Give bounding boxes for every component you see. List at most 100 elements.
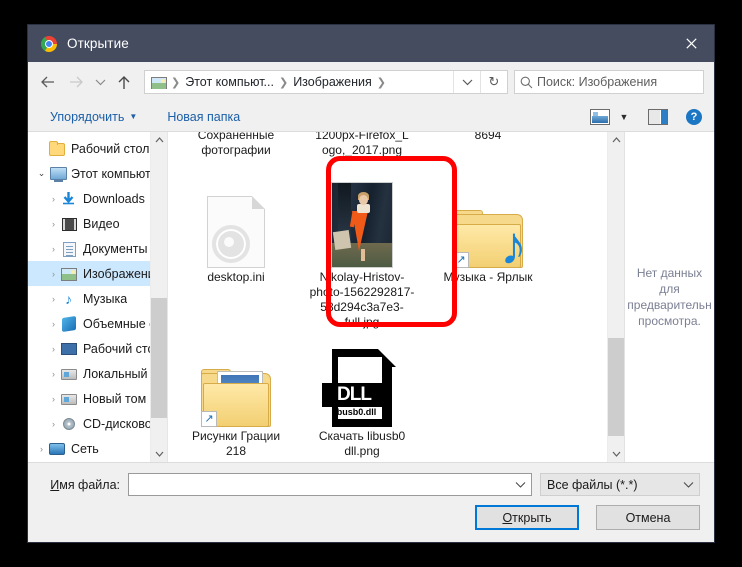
recent-locations-icon[interactable] xyxy=(90,68,110,96)
file-label: Сохраненные фотографии xyxy=(197,132,275,157)
breadcrumb-item-0[interactable]: Этот компьют... xyxy=(182,75,277,89)
sidebar-item-2[interactable]: › Downloads xyxy=(28,186,167,211)
chevron-right-icon[interactable]: › xyxy=(46,419,61,429)
list-item-pictures-shortcut[interactable]: ↗ Рисунки Грации 218 xyxy=(180,329,292,459)
search-input[interactable]: Поиск: Изображения xyxy=(537,75,657,89)
file-list-scrollbar[interactable] xyxy=(607,132,624,462)
shortcut-arrow-icon: ↗ xyxy=(453,252,469,268)
file-list-pane[interactable]: Сохраненные фотографии 1200px-Firefox_L … xyxy=(167,132,624,462)
sidebar-item-5[interactable]: › Изображения xyxy=(28,261,167,286)
drive-icon xyxy=(61,391,78,407)
dialog-buttons: Открыть Отмена xyxy=(42,505,700,530)
sidebar-scroll-track[interactable] xyxy=(151,148,167,446)
chevron-right-icon[interactable]: › xyxy=(46,194,61,204)
sidebar-item-1[interactable]: ⌄ Этот компьютер xyxy=(28,161,167,186)
chevron-down-icon[interactable] xyxy=(677,481,699,488)
sidebar-scroll-thumb[interactable] xyxy=(151,298,167,418)
help-icon[interactable]: ? xyxy=(682,106,706,128)
file-grid: Сохраненные фотографии 1200px-Firefox_L … xyxy=(168,132,608,462)
refresh-glyph: ↻ xyxy=(488,74,500,89)
list-item-selected-image[interactable]: Nikolay-Hristov-photo-1562292817-58d294c… xyxy=(306,170,418,330)
sidebar-item-10[interactable]: › Новый том (D:) xyxy=(28,386,167,411)
refresh-icon[interactable]: ↻ xyxy=(480,71,507,93)
cancel-button[interactable]: Отмена xyxy=(596,505,700,530)
breadcrumb-item-1[interactable]: Изображения xyxy=(290,75,375,89)
folder-tree: Рабочий стол ⌄ Этот компьютер › Downloads › Ви… xyxy=(28,132,167,461)
sidebar-item-3[interactable]: › Видео xyxy=(28,211,167,236)
sidebar-item-9[interactable]: › Локальный дис xyxy=(28,361,167,386)
list-item-clipped[interactable]: 8694 xyxy=(432,132,544,143)
view-mode-icon[interactable] xyxy=(588,106,612,128)
music-icon: ♪ xyxy=(65,290,72,307)
file-label: 8694 xyxy=(474,132,502,142)
pictures-folder-icon xyxy=(151,75,167,89)
chevron-down-icon[interactable] xyxy=(509,481,531,488)
search-box[interactable]: Поиск: Изображения xyxy=(514,70,704,94)
scroll-up-icon[interactable] xyxy=(151,132,167,148)
close-window-button[interactable] xyxy=(668,25,714,62)
sidebar-item-12[interactable]: › Сеть xyxy=(28,436,167,461)
filename-row: Имя файла: Все файлы (*.*) xyxy=(42,473,700,496)
file-type-value: Все файлы (*.*) xyxy=(547,477,638,492)
chevron-right-icon[interactable]: › xyxy=(46,394,61,404)
chevron-right-icon[interactable]: › xyxy=(46,219,61,229)
music-folder-shortcut-icon: ♪ ↗ xyxy=(453,210,527,273)
up-icon[interactable] xyxy=(110,68,138,96)
sidebar-item-11[interactable]: › CD-дисковод (F xyxy=(28,411,167,436)
file-type-select[interactable]: Все файлы (*.*) xyxy=(540,473,700,496)
file-scroll-thumb[interactable] xyxy=(608,338,624,436)
chevron-right-icon[interactable]: › xyxy=(46,344,61,354)
organize-button[interactable]: Упорядочить ▼ xyxy=(42,107,145,127)
breadcrumb-separator: ❯ xyxy=(278,76,289,89)
preview-empty-text: Нет данных для предварительн просмотра. xyxy=(627,266,712,328)
breadcrumb[interactable]: ❯ Этот компьют... ❯ Изображения ❯ xyxy=(145,75,453,89)
sidebar-item-6[interactable]: › ♪ Музыка xyxy=(28,286,167,311)
sidebar-item-0[interactable]: Рабочий стол xyxy=(28,136,167,161)
sidebar-item-8[interactable]: › Рабочий стол xyxy=(28,336,167,361)
chevron-right-icon[interactable]: › xyxy=(46,369,61,379)
command-bar: Упорядочить ▼ Новая папка ▼ ? xyxy=(28,102,714,132)
preview-pane-icon[interactable] xyxy=(646,106,670,128)
shortcut-arrow-icon: ↗ xyxy=(201,411,217,427)
dll-badge: DLL xyxy=(322,383,386,407)
scroll-down-icon[interactable] xyxy=(608,446,624,462)
dll-file-icon: DLL libusb0.dll xyxy=(322,349,396,427)
list-item-music-shortcut[interactable]: ♪ ↗ Музыка - Ярлык xyxy=(432,170,544,285)
scroll-down-icon[interactable] xyxy=(151,446,167,462)
list-item-dll-png[interactable]: DLL libusb0.dll Скачать libusb0 dll.png xyxy=(306,329,418,459)
sidebar-item-7[interactable]: › Объемные объ xyxy=(28,311,167,336)
screenshot-root: Открытие ❯ Этот компьют... ❯ Изображения… xyxy=(0,0,742,567)
address-dropdown-icon[interactable] xyxy=(453,71,480,93)
file-label: 1200px-Firefox_L ogo,_2017.png xyxy=(315,132,409,157)
breadcrumb-separator: ❯ xyxy=(376,76,386,89)
scroll-up-icon[interactable] xyxy=(608,132,624,148)
open-file-dialog: Открытие ❯ Этот компьют... ❯ Изображения… xyxy=(28,25,714,542)
list-item-clipped[interactable]: Сохраненные фотографии xyxy=(180,132,292,158)
3d-objects-icon xyxy=(61,315,78,332)
chevron-right-icon[interactable]: › xyxy=(46,244,61,254)
sidebar-scrollbar[interactable] xyxy=(150,132,167,462)
ini-file-icon xyxy=(207,196,265,268)
view-mode-chevron-down-icon[interactable]: ▼ xyxy=(612,106,636,128)
chevron-down-icon[interactable]: ⌄ xyxy=(34,168,49,179)
file-scroll-track[interactable] xyxy=(608,148,624,446)
chevron-right-icon[interactable]: › xyxy=(46,319,61,329)
pictures-folder-shortcut-icon: ↗ xyxy=(201,369,271,427)
local-disk-icon xyxy=(61,366,78,382)
open-button[interactable]: Открыть xyxy=(475,505,579,530)
new-folder-label: Новая папка xyxy=(167,109,241,124)
address-bar[interactable]: ❯ Этот компьют... ❯ Изображения ❯ ↻ xyxy=(144,70,508,94)
filename-input[interactable] xyxy=(128,473,532,496)
chrome-logo-icon xyxy=(41,35,57,52)
downloads-icon xyxy=(61,191,78,207)
list-item-desktop-ini[interactable]: desktop.ini xyxy=(180,170,292,285)
sidebar-item-label: Рабочий стол xyxy=(71,141,150,156)
chevron-right-icon[interactable]: › xyxy=(46,269,61,279)
file-icon-wrap: ↗ xyxy=(180,329,292,427)
chevron-right-icon[interactable]: › xyxy=(46,294,61,304)
sidebar-item-4[interactable]: › Документы xyxy=(28,236,167,261)
chevron-right-icon[interactable]: › xyxy=(34,444,49,454)
list-item-clipped[interactable]: 1200px-Firefox_L ogo,_2017.png xyxy=(306,132,418,158)
back-icon[interactable] xyxy=(34,68,62,96)
new-folder-button[interactable]: Новая папка xyxy=(159,107,248,127)
